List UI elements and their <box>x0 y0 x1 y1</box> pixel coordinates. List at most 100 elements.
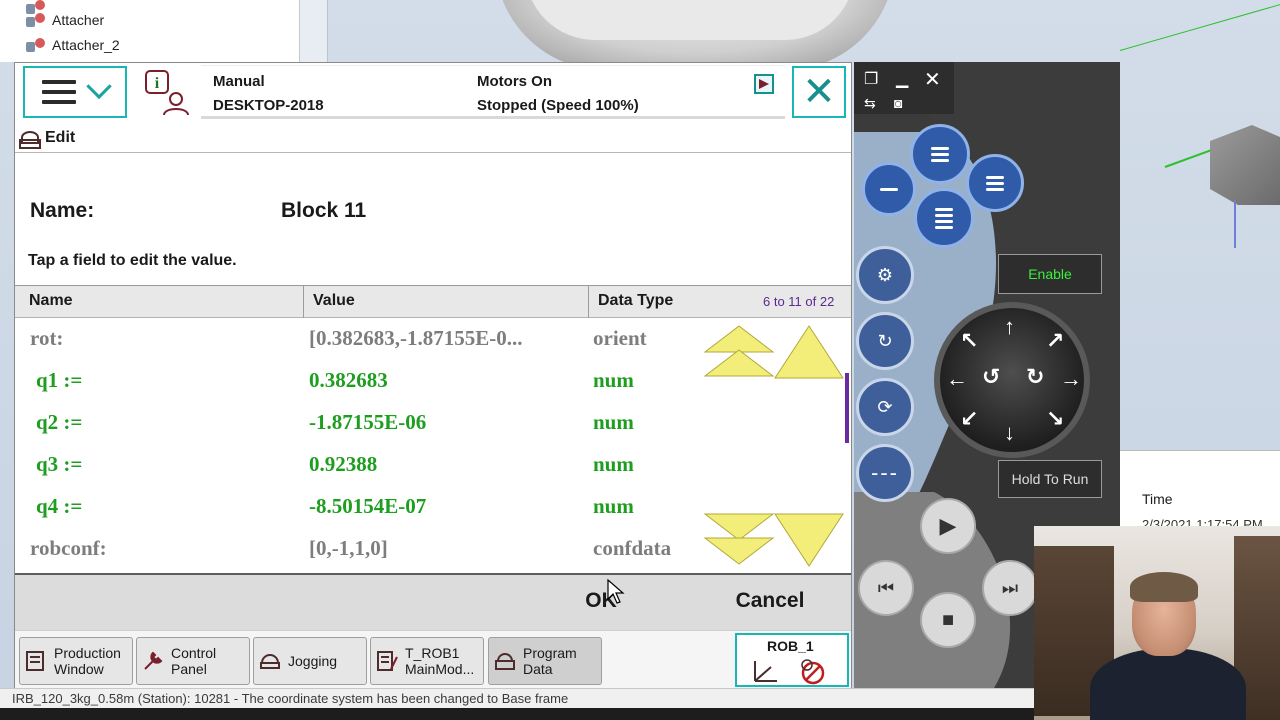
task-label: Jogging <box>288 653 337 669</box>
increment-icon: --- <box>871 460 899 485</box>
component-icon <box>26 37 46 53</box>
webcam-person-body <box>1090 648 1246 720</box>
chevron-down-icon <box>86 73 112 100</box>
page-up-icon[interactable] <box>703 324 775 380</box>
vertical-scrollbar[interactable] <box>845 373 849 443</box>
scroll-down-icon[interactable] <box>773 512 845 568</box>
restore-icon[interactable]: ❐ <box>864 72 878 88</box>
tree-item-label: Attacher_2 <box>52 37 120 53</box>
page-down-icon[interactable] <box>703 512 775 568</box>
controller-name: DESKTOP-2018 <box>213 97 324 114</box>
abb-menu-button[interactable] <box>23 66 127 118</box>
step-forward-icon[interactable]: ⏭ <box>982 560 1038 616</box>
data-table: Name Value Data Type 6 to 11 of 22 rot: … <box>15 285 851 575</box>
rotate-cw-icon: ↻ <box>1026 364 1045 389</box>
task-label-line2: Panel <box>171 661 207 677</box>
column-divider <box>303 286 304 318</box>
task-label: Control Panel <box>171 645 216 677</box>
hold-to-run-button[interactable]: Hold To Run <box>998 460 1102 498</box>
info-user-icon[interactable]: i <box>144 69 192 117</box>
camera-icon[interactable]: ◙ <box>894 96 902 110</box>
task-production-window[interactable]: Production Window <box>19 637 133 685</box>
edit-hint: Tap a field to edit the value. <box>28 252 237 269</box>
program-state: Stopped (Speed 100%) <box>477 97 639 114</box>
step-backward-icon[interactable]: ⏮ <box>858 560 914 616</box>
task-label-line1: Jogging <box>288 653 338 669</box>
task-label-line2: MainMod... <box>405 661 475 677</box>
quickset-robot-button[interactable]: ROB_1 <box>735 633 849 687</box>
event-log-icon[interactable] <box>754 74 774 94</box>
svg-text:i: i <box>155 75 160 92</box>
task-label-line2: Window <box>54 661 104 677</box>
hw-key-1-icon[interactable] <box>910 124 970 184</box>
table-header: Name Value Data Type 6 to 11 of 22 <box>15 286 851 318</box>
task-label-line1: Program <box>523 645 577 661</box>
output-pane: Time 2/3/2021 1:17:54 PM <box>1120 450 1280 532</box>
layout-tree: Attacher Attacher_2 <box>0 0 328 62</box>
table-row[interactable]: q3 := 0.92388 num <box>15 444 705 486</box>
start-icon[interactable]: ▶ <box>920 498 976 554</box>
workpiece-block <box>1210 125 1280 205</box>
table-row[interactable]: rot: [0.382683,-1.87155E-0... orient <box>15 318 705 360</box>
hw-key-minus-icon[interactable] <box>862 162 916 216</box>
joystick[interactable]: ↑ ↓ ← → ↖ ↗ ↙ ↘ ↺ ↻ <box>934 302 1090 458</box>
table-row[interactable]: q2 := -1.87155E-06 num <box>15 402 705 444</box>
dialog-button-bar: OK Cancel <box>15 575 851 630</box>
toggle-linear-reorient-icon[interactable]: ↻ <box>856 312 914 370</box>
enable-button[interactable]: Enable <box>998 254 1102 294</box>
column-header-datatype: Data Type <box>598 292 674 309</box>
arrow-left-icon: ← <box>946 366 968 391</box>
operating-mode: Manual <box>213 73 265 90</box>
hw-key-3-icon[interactable] <box>966 154 1024 212</box>
arrow-down-left-icon: ↙ <box>960 406 979 431</box>
row-range-indicator: 6 to 11 of 22 <box>763 294 835 309</box>
tree-item-attacher[interactable]: Attacher <box>26 10 104 30</box>
name-value: Block 11 <box>281 199 367 222</box>
stop-icon[interactable]: ■ <box>920 592 976 648</box>
program-control-keys: ▶ ⏮ ⏭ ■ <box>858 494 1058 684</box>
toggle-axes-icon[interactable]: ⟳ <box>856 378 914 436</box>
minimize-icon[interactable]: ▁ <box>896 72 908 88</box>
row-type: orient <box>593 326 647 350</box>
row-name: rot: <box>30 326 64 350</box>
app-title: Edit <box>45 128 76 146</box>
hw-key-4-icon[interactable] <box>914 188 974 248</box>
flexpendant-window: i Manual DESKTOP-2018 Motors On Stopped … <box>14 62 852 688</box>
tree-scrollbar[interactable] <box>300 0 328 62</box>
swap-icon[interactable]: ⇆ <box>864 96 876 110</box>
table-row[interactable]: q4 := -8.50154E-07 num <box>15 486 705 528</box>
edit-icon <box>19 129 41 149</box>
cancel-button[interactable]: Cancel <box>715 589 825 619</box>
robot-name: ROB_1 <box>767 638 814 654</box>
row-name: q3 := <box>36 452 83 476</box>
tree-item-label: Attacher <box>52 12 105 28</box>
ok-button[interactable]: OK <box>551 589 651 619</box>
program-data-icon <box>495 653 515 670</box>
task-jogging[interactable]: Jogging <box>253 637 367 685</box>
task-program-editor[interactable]: T_ROB1 MainMod... <box>370 637 484 685</box>
task-program-data[interactable]: Program Data <box>488 637 602 685</box>
task-label: Program Data <box>523 645 577 677</box>
row-value: 0.92388 <box>309 452 378 476</box>
row-type: num <box>593 494 634 518</box>
close-button[interactable]: ✕ <box>792 66 846 118</box>
status-panel[interactable]: Manual DESKTOP-2018 Motors On Stopped (S… <box>201 65 785 119</box>
task-label-line1: Production <box>54 645 121 661</box>
close-icon[interactable]: ✕ <box>924 70 941 90</box>
status-message: IRB_120_3kg_0.58m (Station): 10281 - The… <box>0 688 1034 708</box>
task-control-panel[interactable]: Control Panel <box>136 637 250 685</box>
row-type: num <box>593 452 634 476</box>
scroll-up-icon[interactable] <box>773 324 845 380</box>
row-type: confdata <box>593 536 672 560</box>
row-name: q4 := <box>36 494 83 518</box>
row-type: num <box>593 368 634 392</box>
tree-item-attacher-2[interactable]: Attacher_2 <box>26 35 120 55</box>
robot-arm-icon: ⚙ <box>876 264 894 285</box>
top-bar: i Manual DESKTOP-2018 Motors On Stopped … <box>15 63 851 123</box>
select-mechanical-unit-icon[interactable]: ⚙ <box>856 246 914 304</box>
arrow-up-icon: ↑ <box>1004 314 1015 339</box>
task-label: Production Window <box>54 645 121 677</box>
table-row[interactable]: robconf: [0,-1,1,0] confdata <box>15 528 705 570</box>
row-value: [0.382683,-1.87155E-0... <box>309 326 523 350</box>
table-row[interactable]: q1 := 0.382683 num <box>15 360 705 402</box>
